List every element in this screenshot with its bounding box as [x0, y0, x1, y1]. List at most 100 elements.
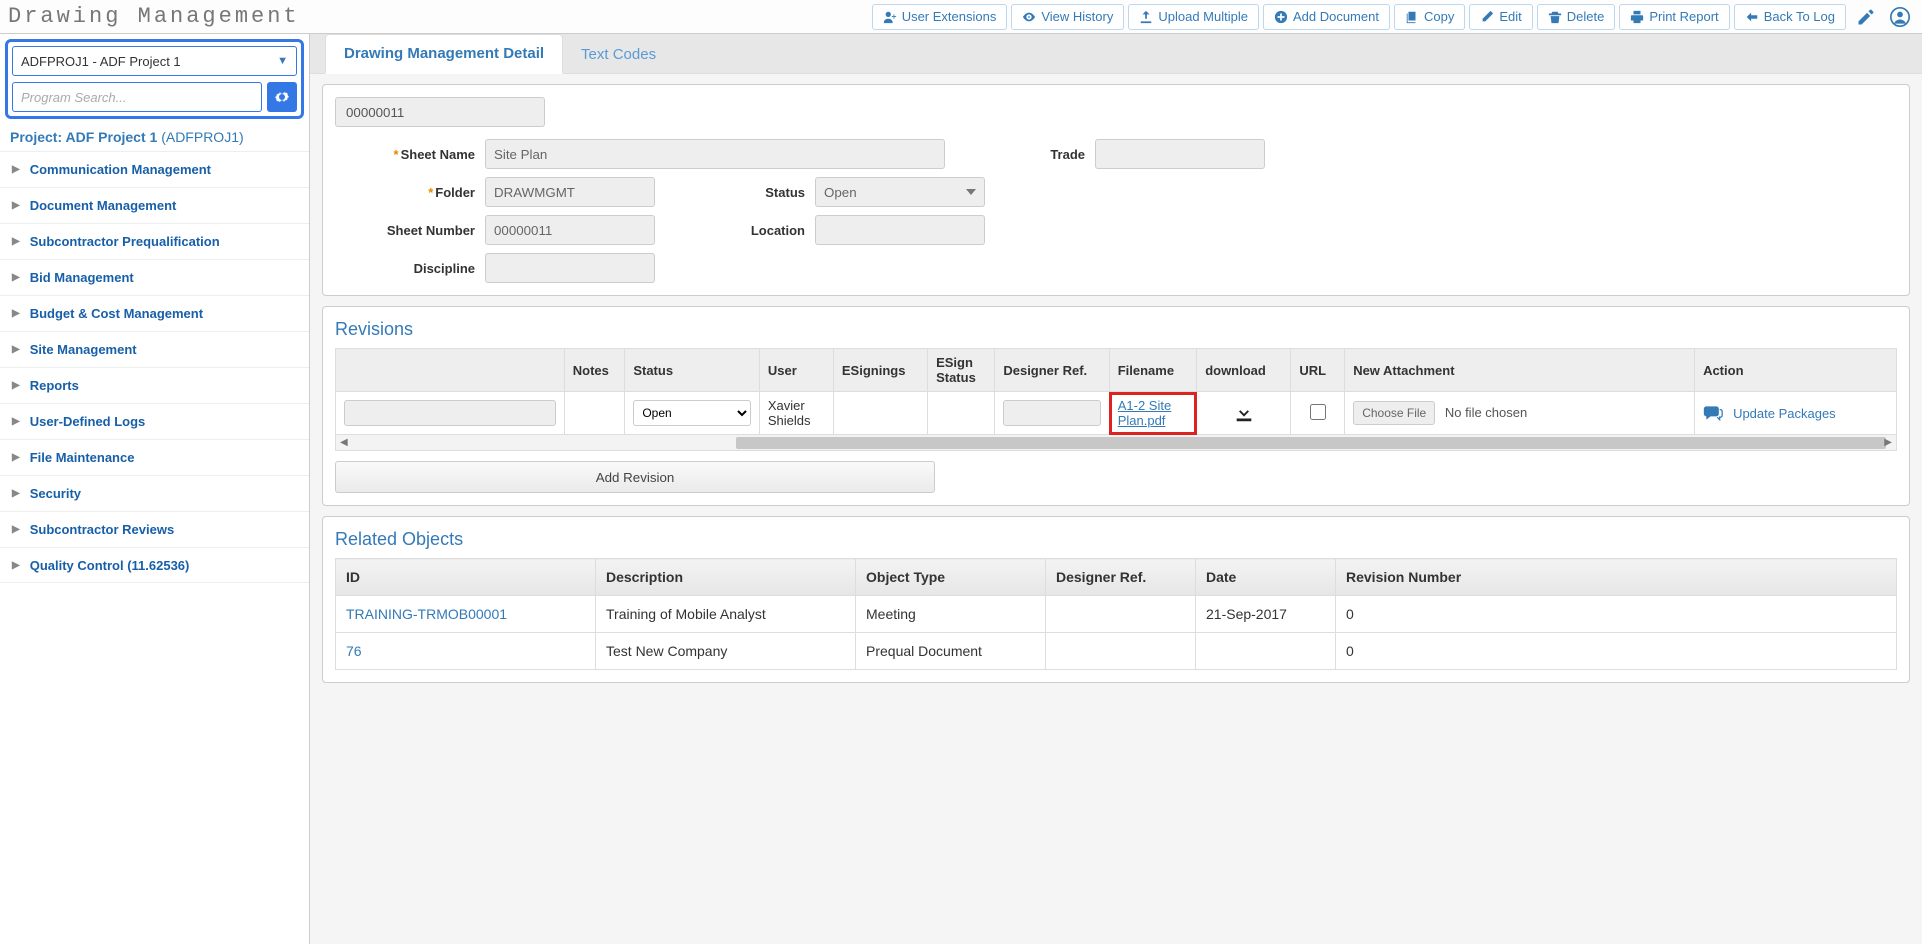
search-settings-button[interactable] — [267, 82, 297, 112]
add-document-button[interactable]: Add Document — [1263, 4, 1390, 30]
back-to-log-button[interactable]: Back To Log — [1734, 4, 1846, 30]
nav-item-bid[interactable]: ▶ Bid Management — [0, 259, 309, 295]
cell-status-select[interactable]: Open — [633, 400, 751, 426]
th-ro-rev: Revision Number — [1336, 559, 1897, 596]
input-location[interactable] — [815, 215, 985, 245]
th-ro-id: ID — [336, 559, 596, 596]
related-id-link[interactable]: 76 — [346, 643, 362, 659]
project-name: Project: ADF Project 1 — [10, 129, 157, 145]
th-designer-ref: Designer Ref. — [995, 349, 1109, 392]
copy-button[interactable]: Copy — [1394, 4, 1465, 30]
topbar: Drawing Management User Extensions View … — [0, 0, 1922, 34]
th-action: Action — [1695, 349, 1897, 392]
th-new-attachment: New Attachment — [1345, 349, 1695, 392]
user-extensions-button[interactable]: User Extensions — [872, 4, 1008, 30]
upload-multiple-button[interactable]: Upload Multiple — [1128, 4, 1259, 30]
nav-item-userlogs[interactable]: ▶User-Defined Logs — [0, 403, 309, 439]
th-esignings: ESignings — [833, 349, 927, 392]
th-blank — [336, 349, 565, 392]
tab-textcodes[interactable]: Text Codes — [563, 36, 674, 73]
view-history-button[interactable]: View History — [1011, 4, 1124, 30]
input-sheet-name[interactable] — [485, 139, 945, 169]
print-icon — [1630, 10, 1644, 24]
nav-label: File Maintenance — [30, 450, 135, 465]
chevron-right-icon: ▶ — [12, 236, 20, 247]
th-ro-desc: Description — [596, 559, 856, 596]
nav-item-quality[interactable]: ▶Quality Control (11.62536) — [0, 547, 309, 583]
th-ro-type: Object Type — [856, 559, 1046, 596]
project-select[interactable]: ADFPROJ1 - ADF Project 1 ▼ — [12, 46, 297, 76]
related-dref — [1046, 633, 1196, 670]
comments-icon[interactable] — [1703, 404, 1723, 422]
input-discipline[interactable] — [485, 253, 655, 283]
nav-item-subcontractor-prequal[interactable]: ▶Subcontractor Prequalification — [0, 223, 309, 259]
chevron-right-icon: ▶ — [12, 524, 20, 535]
update-packages-link[interactable]: Update Packages — [1733, 406, 1836, 421]
related-desc: Test New Company — [596, 633, 856, 670]
nav-item-document[interactable]: ▶ Document Management — [0, 187, 309, 223]
cell-esign-status — [928, 392, 995, 435]
choose-file-button[interactable]: Choose File — [1353, 401, 1435, 425]
th-notes: Notes — [564, 349, 625, 392]
copy-label: Copy — [1424, 9, 1454, 24]
chevron-right-icon: ▶ — [12, 344, 20, 355]
nav-list: ▶Communication Management ▶ Document Mana… — [0, 151, 309, 944]
download-button[interactable] — [1205, 402, 1282, 424]
revisions-table: Notes Status User ESignings ESign Status… — [335, 348, 1897, 435]
chevron-right-icon: ▶ — [12, 200, 20, 211]
edit-button[interactable]: Edit — [1469, 4, 1532, 30]
download-icon — [1233, 402, 1255, 424]
print-report-label: Print Report — [1649, 9, 1718, 24]
nav-label: Budget & Cost Management — [30, 306, 203, 321]
tab-detail[interactable]: Drawing Management Detail — [325, 34, 563, 74]
nav-item-subreviews[interactable]: ▶Subcontractor Reviews — [0, 511, 309, 547]
print-report-button[interactable]: Print Report — [1619, 4, 1729, 30]
related-id-link[interactable]: TRAINING-TRMOB00001 — [346, 606, 507, 622]
record-id-field[interactable] — [335, 97, 545, 127]
view-history-label: View History — [1041, 9, 1113, 24]
th-user: User — [759, 349, 833, 392]
label-folder: *Folder — [335, 185, 475, 200]
nav-label: Reports — [30, 378, 79, 393]
cell-designer-ref[interactable] — [1003, 400, 1100, 426]
related-objects-table: ID Description Object Type Designer Ref.… — [335, 558, 1897, 670]
related-title: Related Objects — [335, 529, 1897, 550]
url-checkbox[interactable] — [1310, 404, 1326, 420]
nav-item-communication[interactable]: ▶Communication Management — [0, 151, 309, 187]
related-rev: 0 — [1336, 633, 1897, 670]
no-file-label: No file chosen — [1445, 405, 1527, 420]
back-to-log-label: Back To Log — [1764, 9, 1835, 24]
program-search-input[interactable] — [12, 82, 262, 112]
upload-icon — [1139, 10, 1153, 24]
label-sheet-name: *Sheet Name — [335, 147, 475, 162]
delete-button[interactable]: Delete — [1537, 4, 1616, 30]
nav-label: Bid Management — [30, 270, 134, 285]
label-discipline: Discipline — [335, 261, 475, 276]
th-download: download — [1197, 349, 1291, 392]
nav-label: Document Management — [30, 198, 177, 213]
label-status: Status — [745, 185, 805, 200]
gear-icon — [274, 89, 290, 105]
profile-icon[interactable] — [1886, 3, 1914, 31]
edit-label: Edit — [1499, 9, 1521, 24]
nav-item-budget[interactable]: ▶Budget & Cost Management — [0, 295, 309, 331]
select-status[interactable]: Open — [815, 177, 985, 207]
th-esign-status: ESign Status — [928, 349, 995, 392]
add-revision-button[interactable]: Add Revision — [335, 461, 935, 493]
input-trade[interactable] — [1095, 139, 1265, 169]
revisions-title: Revisions — [335, 319, 1897, 340]
chevron-right-icon: ▶ — [12, 272, 20, 283]
cell-input-blank[interactable] — [344, 400, 556, 426]
nav-item-security[interactable]: ▶Security — [0, 475, 309, 511]
input-folder[interactable] — [485, 177, 655, 207]
th-url: URL — [1291, 349, 1345, 392]
filename-link[interactable]: A1-2 Site Plan.pdf — [1118, 398, 1188, 428]
chevron-right-icon: ▶ — [12, 560, 20, 571]
sidebar: ADFPROJ1 - ADF Project 1 ▼ Project: ADF … — [0, 34, 310, 944]
nav-item-site[interactable]: ▶Site Management — [0, 331, 309, 367]
input-sheet-number[interactable] — [485, 215, 655, 245]
nav-item-filemaint[interactable]: ▶File Maintenance — [0, 439, 309, 475]
nav-item-reports[interactable]: ▶Reports — [0, 367, 309, 403]
external-edit-icon[interactable] — [1852, 3, 1880, 31]
table-scrollbar[interactable]: ◀▶ — [335, 435, 1897, 451]
